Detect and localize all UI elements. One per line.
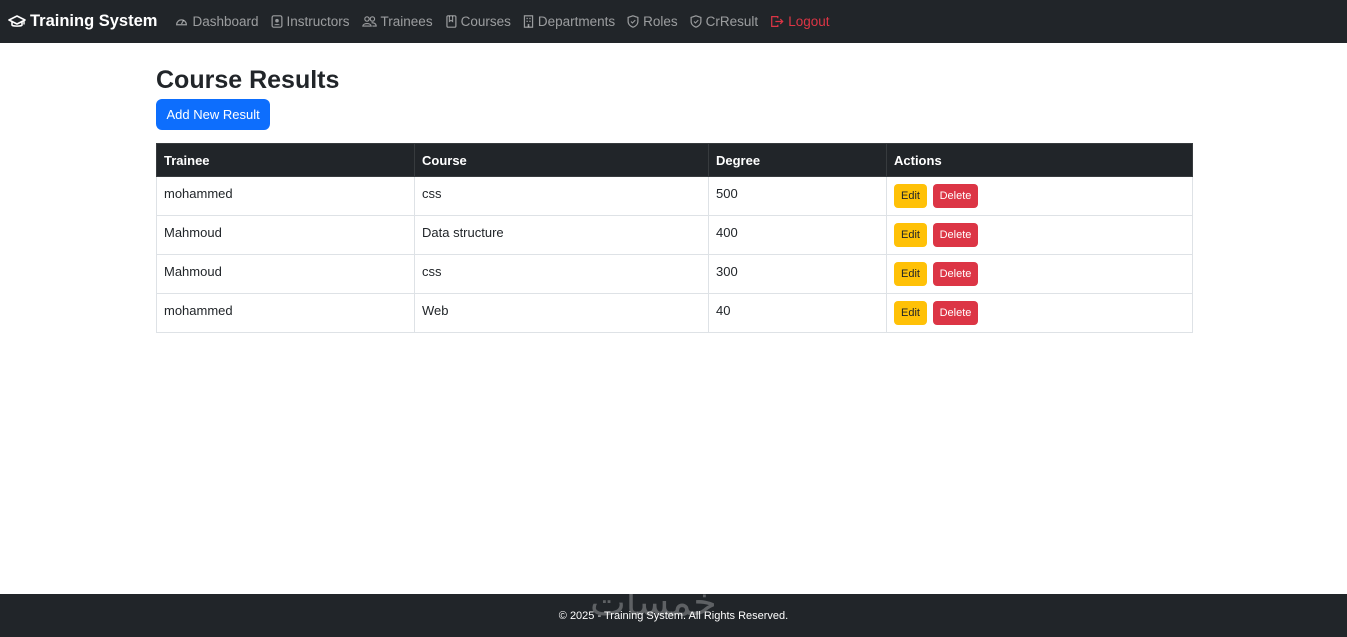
table-header-row: Trainee Course Degree Actions	[156, 143, 1193, 177]
cell-course: css	[414, 176, 709, 216]
speedometer-icon	[176, 19, 188, 26]
person-badge-icon	[271, 15, 282, 28]
cell-actions: Edit Delete	[886, 254, 1193, 294]
cell-degree: 300	[708, 254, 887, 294]
shield-icon	[627, 15, 639, 28]
mortarboard-icon	[8, 14, 26, 27]
nav-departments[interactable]: Departments	[523, 14, 615, 29]
table-row: mohammed Web 40 Edit Delete	[156, 293, 1193, 333]
logout-icon	[771, 16, 784, 27]
cell-actions: Edit Delete	[886, 293, 1193, 333]
table-row: Mahmoud Data structure 400 Edit Delete	[156, 215, 1193, 255]
header-degree: Degree	[708, 143, 887, 177]
nav-crresult[interactable]: CrResult	[690, 14, 759, 29]
cell-trainee: mohammed	[156, 176, 415, 216]
nav-courses-label: Courses	[460, 14, 511, 29]
nav-crresult-label: CrResult	[705, 14, 759, 29]
header-course: Course	[414, 143, 709, 177]
building-icon	[523, 15, 534, 28]
delete-button[interactable]: Delete	[932, 223, 979, 247]
brand-link[interactable]: Training System	[8, 12, 157, 31]
nav-instructors[interactable]: Instructors	[271, 14, 350, 29]
add-new-result-button[interactable]: Add New Result	[156, 99, 271, 130]
nav-instructors-label: Instructors	[286, 14, 350, 29]
navbar: Training System Dashboard Instructors Tr…	[0, 0, 1347, 43]
cell-course: css	[414, 254, 709, 294]
cell-actions: Edit Delete	[886, 215, 1193, 255]
page-title: Course Results	[156, 66, 340, 94]
delete-button[interactable]: Delete	[932, 301, 979, 325]
delete-button[interactable]: Delete	[932, 262, 979, 286]
nav-dashboard-label: Dashboard	[192, 14, 259, 29]
header-trainee: Trainee	[156, 143, 415, 177]
cell-trainee: Mahmoud	[156, 254, 415, 294]
nav-departments-label: Departments	[537, 14, 616, 29]
cell-degree: 500	[708, 176, 887, 216]
nav-logout[interactable]: Logout	[770, 14, 829, 29]
edit-button[interactable]: Edit	[894, 223, 927, 247]
cell-trainee: Mahmoud	[156, 215, 415, 255]
cell-degree: 400	[708, 215, 887, 255]
cell-degree: 40	[708, 293, 887, 333]
page: Training System Dashboard Instructors Tr…	[0, 0, 1347, 637]
results-table: Trainee Course Degree Actions mohammed c…	[156, 143, 1193, 333]
header-actions: Actions	[886, 143, 1193, 177]
people-icon	[361, 16, 377, 27]
nav-courses[interactable]: Courses	[445, 14, 511, 29]
table-row: mohammed css 500 Edit Delete	[156, 176, 1193, 216]
edit-button[interactable]: Edit	[894, 184, 927, 208]
cell-course: Data structure	[414, 215, 709, 255]
main-content: Course Results Add New Result Trainee Co…	[156, 64, 1193, 333]
brand-title: Training System	[30, 12, 158, 30]
nav-dashboard[interactable]: Dashboard	[175, 14, 259, 29]
nav-roles-label: Roles	[643, 14, 678, 29]
nav-roles[interactable]: Roles	[627, 14, 678, 29]
journal-icon	[445, 15, 457, 28]
footer: خمسات © 2025 - Training System. All Righ…	[0, 594, 1347, 637]
edit-button[interactable]: Edit	[894, 301, 927, 325]
cell-actions: Edit Delete	[886, 176, 1193, 216]
nav-trainees-label: Trainees	[380, 14, 433, 29]
nav-logout-label: Logout	[788, 14, 830, 29]
shield-icon	[690, 15, 702, 28]
nav-trainees[interactable]: Trainees	[361, 14, 433, 29]
table-row: Mahmoud css 300 Edit Delete	[156, 254, 1193, 294]
delete-button[interactable]: Delete	[932, 184, 979, 208]
edit-button[interactable]: Edit	[894, 262, 927, 286]
cell-course: Web	[414, 293, 709, 333]
cell-trainee: mohammed	[156, 293, 415, 333]
footer-copyright: © 2025 - Training System. All Rights Res…	[558, 609, 789, 622]
